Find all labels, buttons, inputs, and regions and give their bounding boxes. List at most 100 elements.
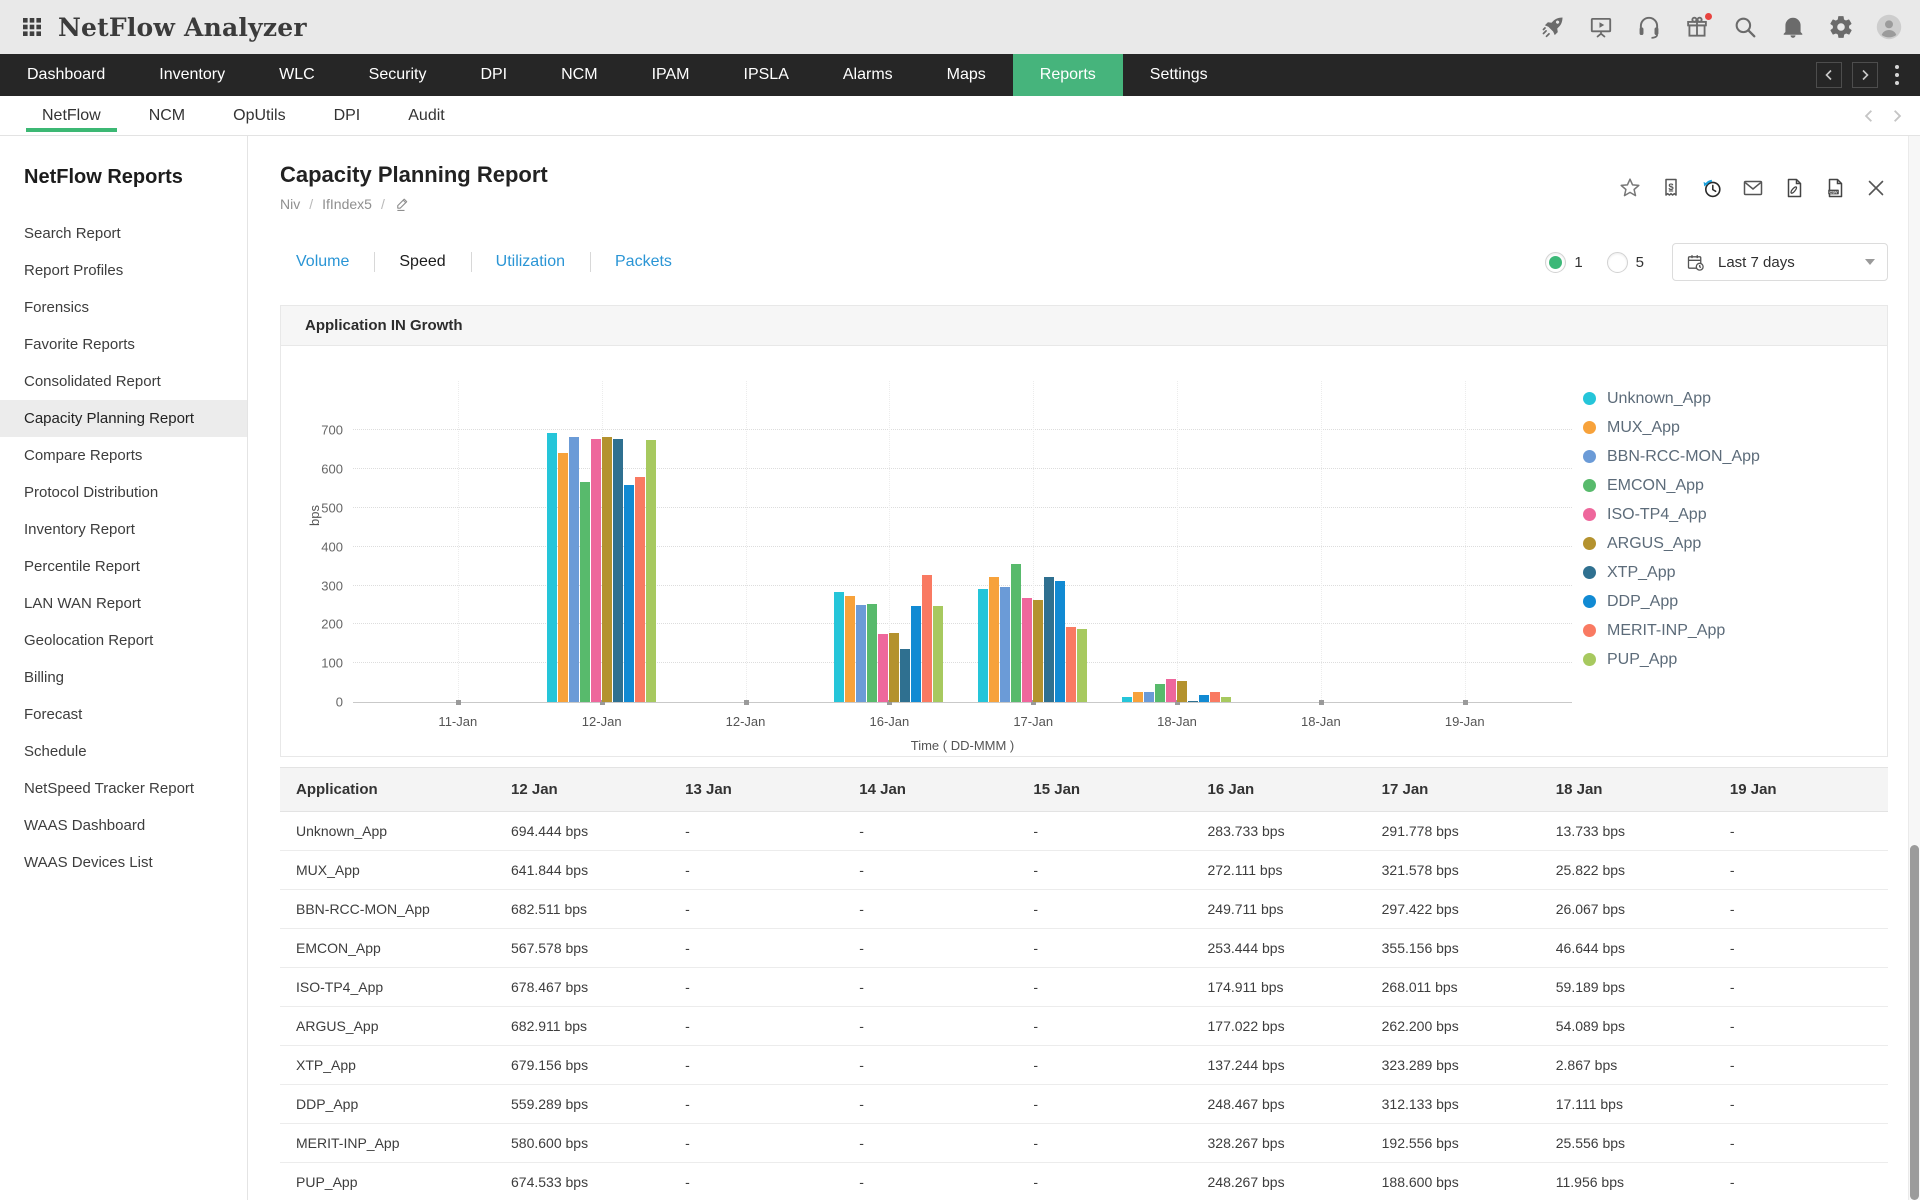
favorite-star-icon[interactable] [1618, 176, 1642, 200]
legend-dot [1583, 653, 1596, 666]
interval-radio-1[interactable]: 1 [1545, 252, 1582, 273]
legend-item-mux-app[interactable]: MUX_App [1583, 413, 1863, 442]
sidebar-item-waas-dashboard[interactable]: WAAS Dashboard [0, 807, 247, 844]
bar-argus-app-17-jan [1033, 600, 1043, 702]
view-tab-volume[interactable]: Volume [296, 253, 374, 271]
billing-receipt-icon[interactable]: $ [1659, 176, 1683, 200]
sidebar-item-favorite-reports[interactable]: Favorite Reports [0, 326, 247, 363]
main-nav-item-reports[interactable]: Reports [1013, 54, 1123, 96]
main-nav-item-ipsla[interactable]: IPSLA [717, 54, 816, 96]
date-range-dropdown[interactable]: Last 7 days [1672, 243, 1888, 281]
sidebar-item-inventory-report[interactable]: Inventory Report [0, 511, 247, 548]
sub-nav-item-oputils[interactable]: OpUtils [209, 96, 309, 135]
bar-iso-tp4-app-18-jan [1166, 679, 1176, 702]
view-tab-utilization[interactable]: Utilization [471, 253, 590, 271]
top-bar: NetFlow Analyzer [0, 0, 1920, 54]
main-nav-item-dpi[interactable]: DPI [453, 54, 534, 96]
legend-item-xtp-app[interactable]: XTP_App [1583, 558, 1863, 587]
interval-radio-group: 15 [1545, 252, 1644, 273]
sidebar-item-compare-reports[interactable]: Compare Reports [0, 437, 247, 474]
sidebar-item-waas-devices-list[interactable]: WAAS Devices List [0, 844, 247, 881]
breadcrumb-link-niv[interactable]: Niv [280, 196, 300, 212]
legend-item-emcon-app[interactable]: EMCON_App [1583, 471, 1863, 500]
sub-nav-item-ncm[interactable]: NCM [125, 96, 209, 135]
bar-xtp-app-12-jan [613, 439, 623, 702]
sidebar-item-percentile-report[interactable]: Percentile Report [0, 548, 247, 585]
interval-radio-5[interactable]: 5 [1607, 252, 1644, 273]
legend-item-bbn-rcc-mon-app[interactable]: BBN-RCC-MON_App [1583, 442, 1863, 471]
sub-nav-item-dpi[interactable]: DPI [310, 96, 385, 135]
sidebar-item-report-profiles[interactable]: Report Profiles [0, 252, 247, 289]
sidebar-item-billing[interactable]: Billing [0, 659, 247, 696]
sidebar-item-netspeed-tracker-report[interactable]: NetSpeed Tracker Report [0, 770, 247, 807]
breadcrumb-link-ifindex5[interactable]: IfIndex5 [322, 196, 372, 212]
nav-scroll-right-icon[interactable] [1852, 62, 1878, 88]
legend-item-merit-inp-app[interactable]: MERIT-INP_App [1583, 616, 1863, 645]
sub-nav-item-audit[interactable]: Audit [384, 96, 468, 135]
bar-emcon-app-12-jan [580, 482, 590, 702]
main-nav-item-alarms[interactable]: Alarms [816, 54, 920, 96]
sidebar-item-capacity-planning-report[interactable]: Capacity Planning Report [0, 400, 247, 437]
avatar[interactable] [1876, 14, 1902, 40]
cell-value: 11.956 bps [1540, 1163, 1714, 1200]
presentation-icon[interactable] [1588, 14, 1614, 40]
scrollbar-thumb[interactable] [1910, 845, 1919, 1200]
rocket-icon[interactable] [1540, 14, 1566, 40]
legend-item-argus-app[interactable]: ARGUS_App [1583, 529, 1863, 558]
cell-value: 268.011 bps [1366, 968, 1540, 1007]
sidebar-item-geolocation-report[interactable]: Geolocation Report [0, 622, 247, 659]
cell-value: - [1017, 1007, 1191, 1046]
sidebar-item-consolidated-report[interactable]: Consolidated Report [0, 363, 247, 400]
apps-grid-icon[interactable] [20, 15, 44, 39]
main-nav-item-settings[interactable]: Settings [1123, 54, 1235, 96]
export-csv-icon[interactable]: CSV [1823, 176, 1847, 200]
main-nav-item-maps[interactable]: Maps [920, 54, 1013, 96]
nav-overflow-menu-icon[interactable] [1888, 62, 1906, 88]
sidebar-item-forecast[interactable]: Forecast [0, 696, 247, 733]
legend-item-unknown-app[interactable]: Unknown_App [1583, 384, 1863, 413]
radio-circle [1545, 252, 1566, 273]
cell-value: - [843, 1163, 1017, 1200]
cell-value: 559.289 bps [495, 1085, 669, 1124]
main-nav-item-inventory[interactable]: Inventory [132, 54, 252, 96]
table-header: Application12 Jan13 Jan14 Jan15 Jan16 Ja… [280, 768, 1888, 812]
table-row-argus-app: ARGUS_App682.911 bps---177.022 bps262.20… [280, 1007, 1888, 1046]
email-icon[interactable] [1741, 176, 1765, 200]
bar-merit-inp-app-12-jan [635, 477, 645, 702]
main-nav-item-ipam[interactable]: IPAM [625, 54, 717, 96]
nav-scroll-left-icon[interactable] [1816, 62, 1842, 88]
gift-icon[interactable] [1684, 14, 1710, 40]
cell-value: 253.444 bps [1192, 929, 1366, 968]
search-icon[interactable] [1732, 14, 1758, 40]
cell-application: MERIT-INP_App [280, 1124, 495, 1163]
breadcrumb: Niv/IfIndex5/ [280, 195, 548, 213]
edit-pencil-icon[interactable] [394, 195, 412, 213]
export-pdf-icon[interactable] [1782, 176, 1806, 200]
gear-icon[interactable] [1828, 14, 1854, 40]
sidebar-item-schedule[interactable]: Schedule [0, 733, 247, 770]
subnav-scroll-right-icon[interactable] [1890, 109, 1904, 123]
subnav-scroll-left-icon[interactable] [1862, 109, 1876, 123]
main-nav-item-dashboard[interactable]: Dashboard [0, 54, 132, 96]
view-tab-packets[interactable]: Packets [590, 253, 697, 271]
main-nav-item-security[interactable]: Security [342, 54, 454, 96]
legend-item-pup-app[interactable]: PUP_App [1583, 645, 1863, 674]
main-nav-item-ncm[interactable]: NCM [534, 54, 624, 96]
headset-icon[interactable] [1636, 14, 1662, 40]
sidebar-item-forensics[interactable]: Forensics [0, 289, 247, 326]
schedule-timer-icon[interactable] [1700, 176, 1724, 200]
bell-icon[interactable] [1780, 14, 1806, 40]
view-tab-speed[interactable]: Speed [374, 253, 470, 271]
sub-nav-item-netflow[interactable]: NetFlow [18, 96, 125, 135]
sidebar-item-protocol-distribution[interactable]: Protocol Distribution [0, 474, 247, 511]
bar-iso-tp4-app-16-jan [878, 634, 888, 702]
legend-item-iso-tp4-app[interactable]: ISO-TP4_App [1583, 500, 1863, 529]
sidebar-item-search-report[interactable]: Search Report [0, 215, 247, 252]
cell-value: 674.533 bps [495, 1163, 669, 1200]
close-icon[interactable] [1864, 176, 1888, 200]
cell-value: - [843, 890, 1017, 929]
main-nav-item-wlc[interactable]: WLC [252, 54, 342, 96]
sidebar-item-lan-wan-report[interactable]: LAN WAN Report [0, 585, 247, 622]
bar-ddp-app-12-jan [624, 485, 634, 702]
legend-item-ddp-app[interactable]: DDP_App [1583, 587, 1863, 616]
